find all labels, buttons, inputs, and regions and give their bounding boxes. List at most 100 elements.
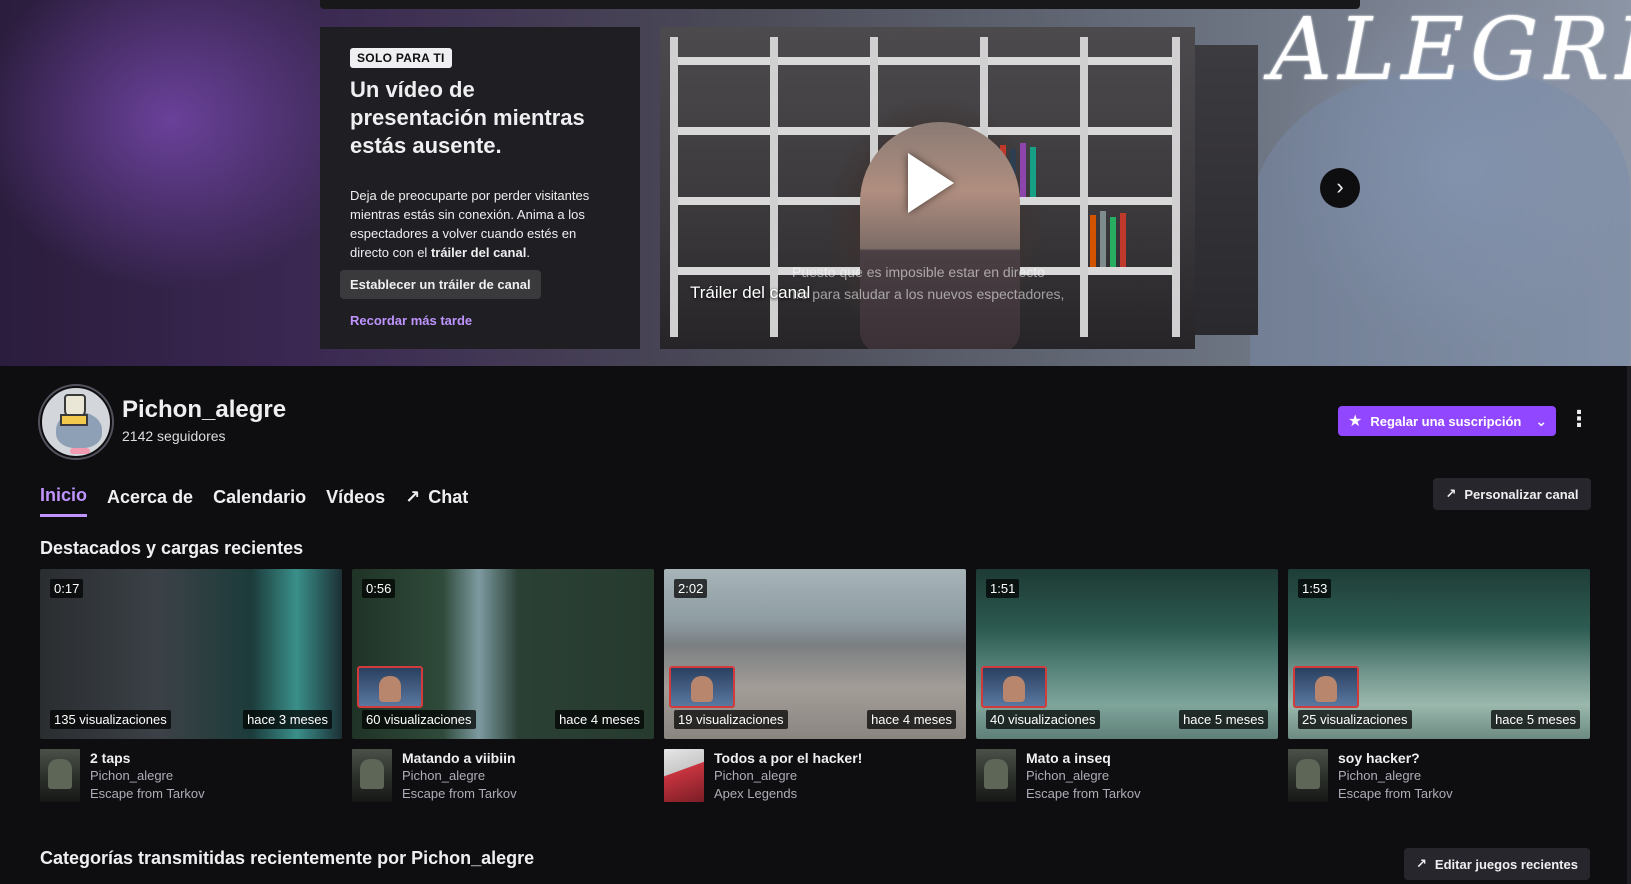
next-item-preview [1195,45,1258,335]
trailer-subtitle-line-2: tro para saludar a los nuevos espectador… [792,286,1065,302]
video-card[interactable]: 1:51 40 visualizaciones hace 5 meses Mat… [976,569,1278,803]
book [1030,147,1036,197]
tab-inicio[interactable]: Inicio [40,485,88,517]
video-meta: 2 taps Pichon_alegre Escape from Tarkov [40,749,342,803]
tab-chat[interactable]: ↗ Chat [405,485,468,517]
promo-badge: SOLO PARA TI [350,48,452,68]
video-game[interactable]: Escape from Tarkov [1026,785,1141,803]
tab-label: Inicio [40,485,88,505]
chevron-right-icon[interactable]: › [1320,168,1360,208]
promo-title: Un vídeo de presentación mientras estás … [350,77,585,158]
video-age: hace 5 meses [1491,710,1580,729]
video-game[interactable]: Escape from Tarkov [1338,785,1453,803]
video-thumbnail[interactable]: 0:17 135 visualizaciones hace 3 meses [40,569,342,739]
video-list: 0:17 135 visualizaciones hace 3 meses 2 … [40,569,1591,803]
customize-channel-label: Personalizar canal [1464,486,1579,502]
avatar-feet [70,448,90,454]
video-views: 40 visualizaciones [986,710,1100,729]
video-thumbnail[interactable]: 1:53 25 visualizaciones hace 5 meses [1288,569,1590,739]
video-channel[interactable]: Pichon_alegre [402,767,517,785]
remind-later-link[interactable]: Recordar más tarde [350,313,610,328]
external-arrow-icon: ↗ [1445,486,1457,501]
video-card[interactable]: 2:02 19 visualizaciones hace 4 meses Tod… [664,569,966,803]
video-meta-text: Todos a por el hacker! Pichon_alegre Ape… [714,749,862,803]
video-meta-text: Mato a inseq Pichon_alegre Escape from T… [1026,749,1141,803]
game-boxart[interactable] [664,749,704,802]
video-meta: Todos a por el hacker! Pichon_alegre Ape… [664,749,966,803]
avatar-hat-band [60,414,88,426]
video-channel[interactable]: Pichon_alegre [1338,767,1453,785]
tab-acerca-de[interactable]: Acerca de [107,485,193,517]
promo-text-after: . [526,245,530,260]
video-duration: 2:02 [674,579,708,598]
trailer-video-player[interactable]: Puesto que es imposible estar en directo… [660,27,1195,349]
section-title-categories: Categorías transmitidas recientemente po… [40,848,535,868]
video-game[interactable]: Apex Legends [714,785,862,803]
video-meta: Matando a viibiin Pichon_alegre Escape f… [352,749,654,803]
video-age: hace 5 meses [1179,710,1268,729]
video-views: 60 visualizaciones [362,710,476,729]
video-channel[interactable]: Pichon_alegre [1026,767,1141,785]
video-title[interactable]: 2 taps [90,749,205,767]
more-vertical-icon[interactable]: ⋮ [1568,408,1590,434]
tab-videos[interactable]: Vídeos [326,485,385,517]
video-title[interactable]: Mato a inseq [1026,749,1141,767]
bookshelf-column [1172,37,1180,337]
video-title[interactable]: Matando a viibiin [402,749,517,767]
video-views: 19 visualizaciones [674,710,788,729]
video-channel[interactable]: Pichon_alegre [714,767,862,785]
video-title[interactable]: soy hacker? [1338,749,1453,767]
video-thumbnail[interactable]: 1:51 40 visualizaciones hace 5 meses [976,569,1278,739]
trailer-label: Tráiler del canal [690,283,811,302]
webcam-overlay [981,666,1047,708]
video-meta-text: 2 taps Pichon_alegre Escape from Tarkov [90,749,205,803]
video-card[interactable]: 1:53 25 visualizaciones hace 5 meses soy… [1288,569,1590,803]
video-age: hace 4 meses [867,710,956,729]
webcam-overlay [669,666,735,708]
edit-recent-games-button[interactable]: ↗ Editar juegos recientes [1404,848,1590,880]
video-card[interactable]: 0:17 135 visualizaciones hace 3 meses 2 … [40,569,342,803]
video-duration: 1:51 [986,579,1020,598]
book [1100,211,1106,267]
trailer-promo-card: SOLO PARA TI Un vídeo de presentación mi… [320,27,640,349]
banner-art-shape [1250,70,1630,366]
video-age: hace 4 meses [555,710,644,729]
game-boxart[interactable] [40,749,80,802]
star-icon: ★ [1348,413,1363,430]
gift-subscription-button[interactable]: ★ Regalar una suscripción ⌄ [1338,406,1556,436]
webcam-overlay [357,666,423,708]
webcam-overlay [1293,666,1359,708]
book [1110,217,1116,267]
promo-text-bold: tráiler del canal [430,245,527,260]
gift-subscription-label: Regalar una suscripción [1370,413,1522,429]
game-boxart[interactable] [352,749,392,802]
bookshelf-column [670,37,678,337]
set-trailer-button[interactable]: Establecer un tráiler de canal [340,270,541,299]
tab-label: Acerca de [107,486,194,507]
video-game[interactable]: Escape from Tarkov [402,785,517,803]
video-title[interactable]: Todos a por el hacker! [714,749,862,767]
video-duration: 0:17 [50,579,84,598]
book [1120,213,1126,267]
video-game[interactable]: Escape from Tarkov [90,785,205,803]
play-icon[interactable] [908,153,954,213]
customize-channel-button[interactable]: ↗ Personalizar canal [1433,478,1591,510]
video-meta-text: Matando a viibiin Pichon_alegre Escape f… [402,749,517,803]
video-card[interactable]: 0:56 60 visualizaciones hace 4 meses Mat… [352,569,654,803]
avatar[interactable] [40,386,112,458]
video-channel[interactable]: Pichon_alegre [90,767,205,785]
external-arrow-icon: ↗ [1416,856,1427,871]
video-thumbnail[interactable]: 2:02 19 visualizaciones hace 4 meses [664,569,966,739]
bookshelf-row [670,57,1180,65]
scrollbar[interactable] [1627,366,1631,884]
video-duration: 0:56 [362,579,396,598]
video-age: hace 3 meses [243,710,332,729]
game-boxart[interactable] [1288,749,1328,802]
banner-art-text: ALEGRE [1270,0,1631,100]
tab-label: Calendario [213,486,307,507]
tab-calendario[interactable]: Calendario [213,485,306,517]
game-boxart[interactable] [976,749,1016,802]
video-thumbnail[interactable]: 0:56 60 visualizaciones hace 4 meses [352,569,654,739]
video-views: 135 visualizaciones [50,710,171,729]
external-arrow-icon: ↗ [405,486,421,507]
